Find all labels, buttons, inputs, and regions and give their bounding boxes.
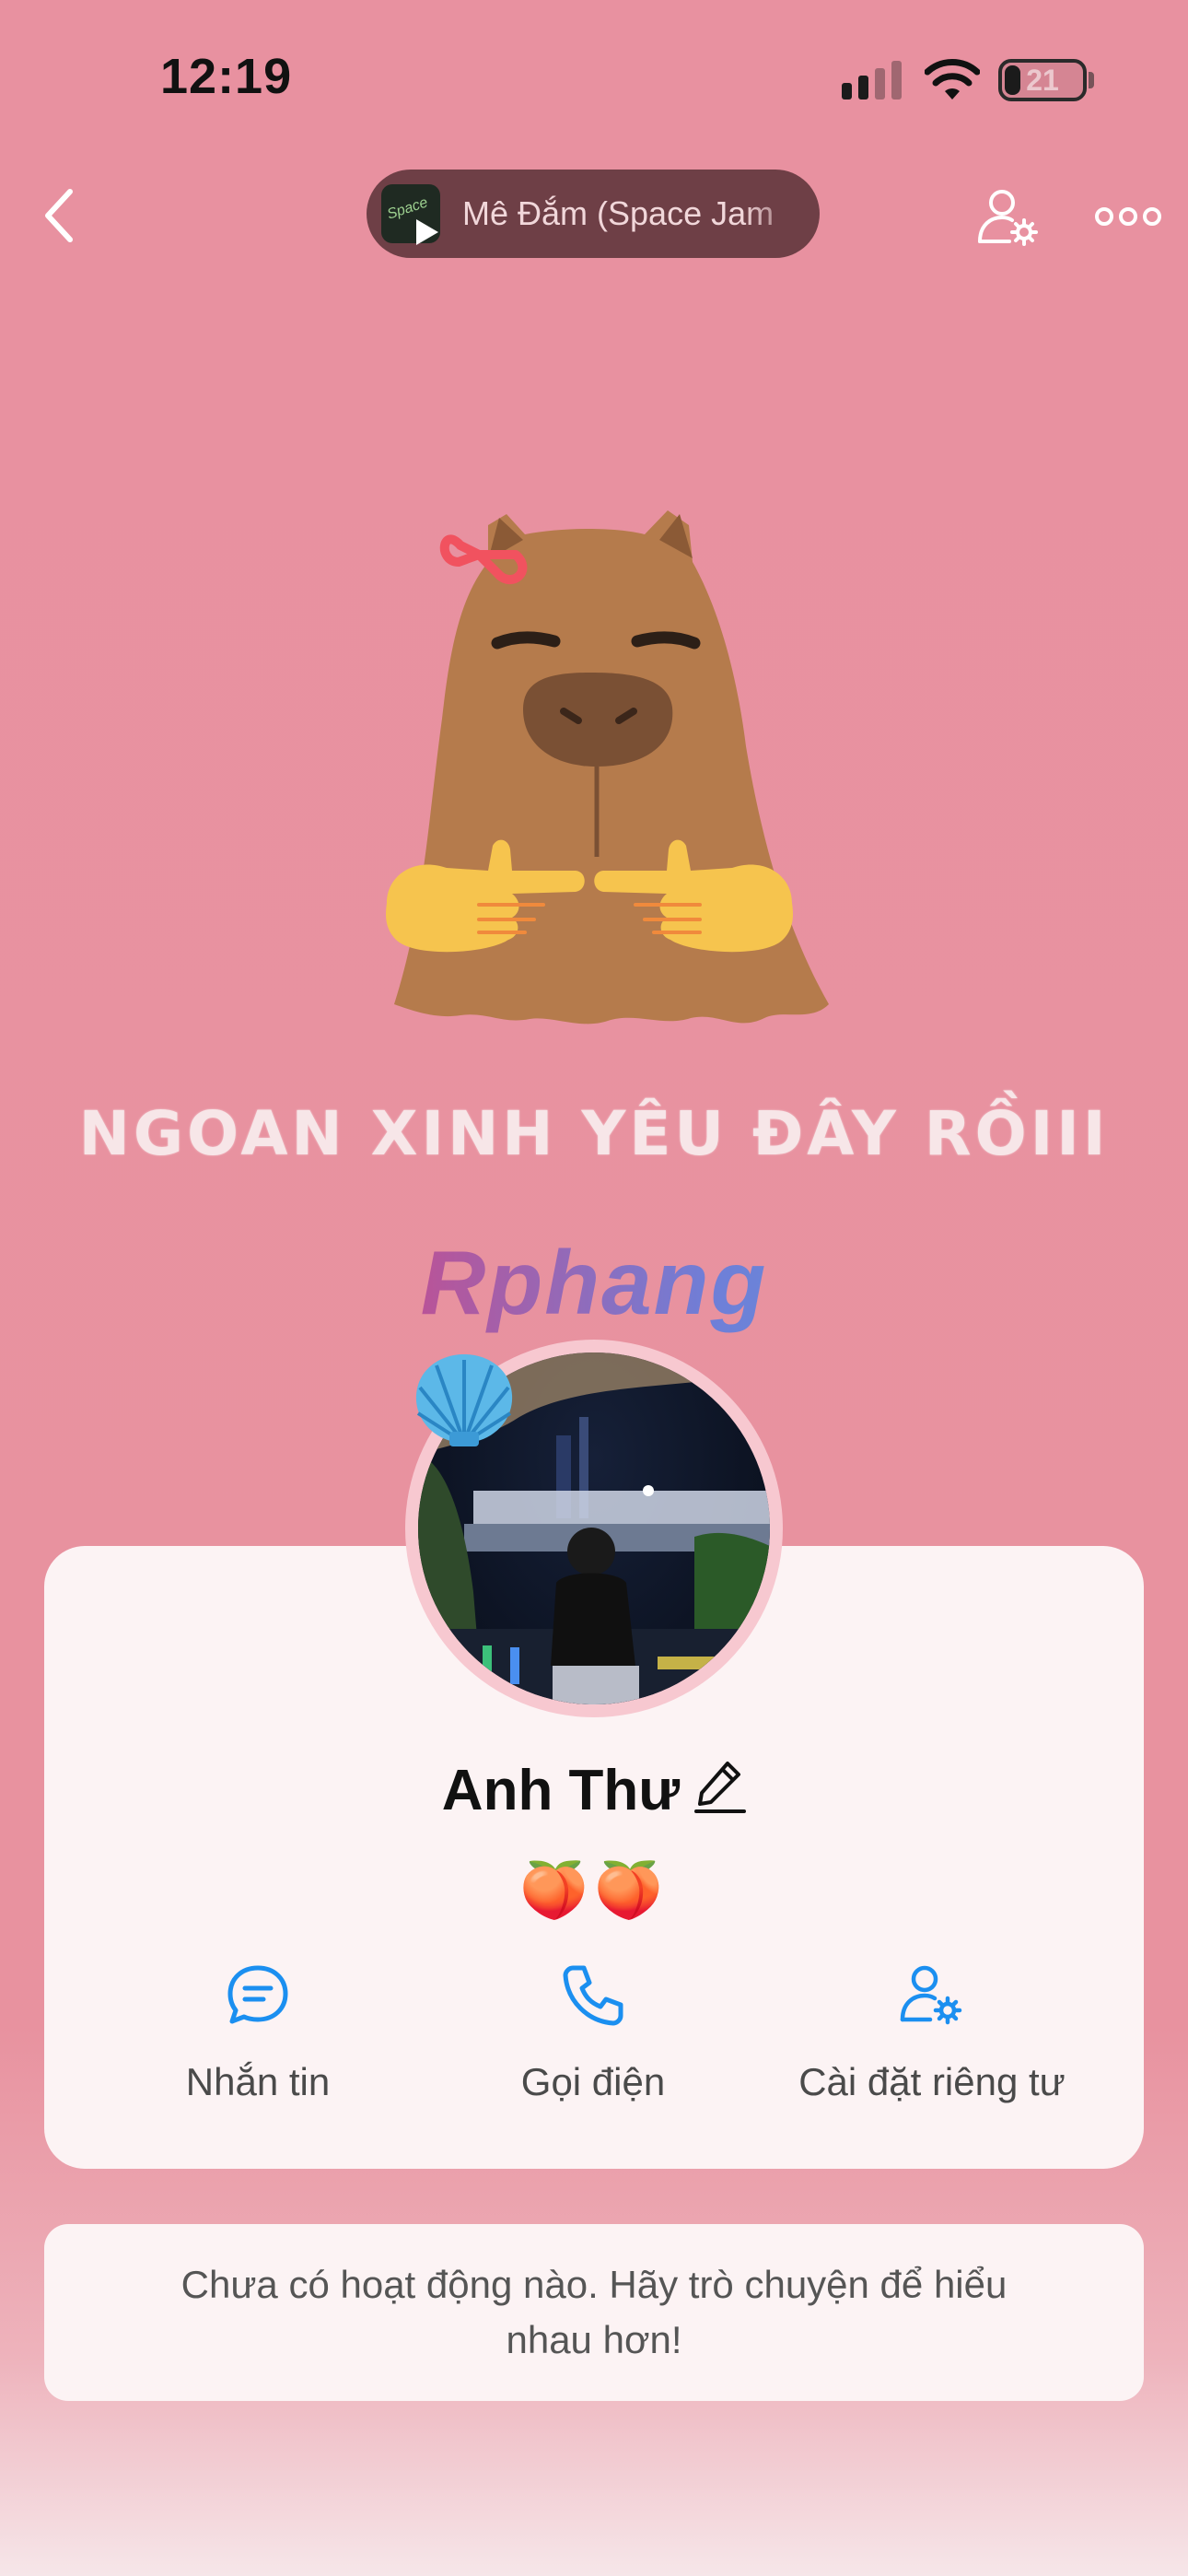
battery-indicator: 21 (998, 59, 1087, 101)
edit-pencil-icon[interactable] (694, 1758, 747, 1815)
capybara-nose (523, 673, 673, 767)
cellular-signal-icon (842, 61, 902, 100)
activity-card: Chưa có hoạt động nào. Hãy trò chuyện để… (44, 2224, 1144, 2401)
message-button[interactable]: Nhắn tin (83, 1962, 433, 2104)
cover-caption: NGOAN XINH YÊU ĐÂY RỒIII (78, 1098, 1110, 1169)
wifi-icon (925, 59, 980, 100)
profile-name: Anh Thư (441, 1759, 681, 1822)
privacy-settings-label: Cài đặt riêng tư (798, 2060, 1066, 2103)
message-label: Nhắn tin (185, 2060, 331, 2103)
privacy-settings-button[interactable]: Cài đặt riêng tư (757, 1962, 1107, 2104)
user-settings-button[interactable] (976, 186, 1041, 251)
profile-bio: 🍑🍑 (519, 1859, 669, 1921)
play-icon[interactable] (416, 219, 438, 245)
now-playing-pill[interactable]: Space Mê Đắm (Space Jam (367, 170, 820, 258)
status-time: 12:19 (160, 49, 293, 104)
user-gear-icon (900, 1965, 962, 2025)
cover-illustration (386, 510, 829, 1025)
back-button[interactable] (33, 182, 88, 249)
phone-icon (563, 1965, 623, 2026)
chat-bubble-icon (227, 1965, 288, 2024)
profile-name-row: Anh Thư (0, 1758, 1188, 1823)
watermark-logo: Rphang (0, 1231, 1188, 1335)
more-button[interactable] (1094, 203, 1162, 230)
battery-tip (1089, 72, 1094, 88)
now-playing-title: Mê Đắm (Space Jam (462, 194, 775, 232)
more-dots-icon (1095, 207, 1161, 226)
call-button[interactable]: Gọi điện (418, 1962, 768, 2104)
chevron-left-icon (45, 189, 73, 242)
battery-level: 21 (1026, 64, 1059, 97)
user-gear-icon (978, 190, 1038, 246)
shell-icon (415, 1354, 513, 1446)
call-label: Gọi điện (520, 2060, 666, 2103)
activity-empty-text: Chưa có hoạt động nào. Hãy trò chuyện để… (181, 2263, 1007, 2361)
